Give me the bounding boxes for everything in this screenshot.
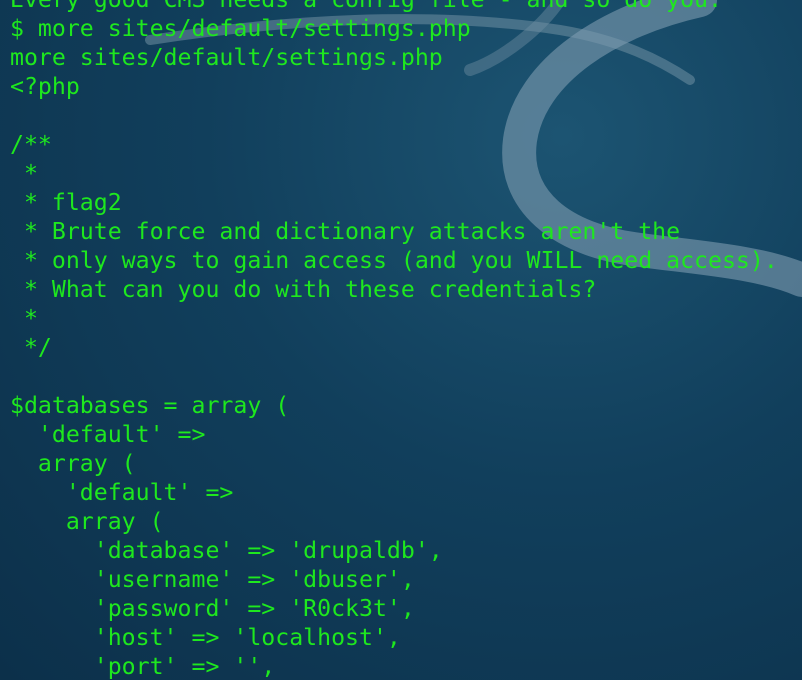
terminal-line: array ( bbox=[10, 450, 136, 477]
terminal-line: * Brute force and dictionary attacks are… bbox=[10, 218, 681, 245]
terminal-line: $databases = array ( bbox=[10, 392, 290, 419]
terminal-line: 'username' => 'dbuser', bbox=[10, 566, 415, 593]
terminal-line: more sites/default/settings.php bbox=[10, 44, 443, 71]
terminal-line: * bbox=[10, 305, 38, 332]
terminal-line: 'default' => bbox=[10, 421, 206, 448]
terminal-line: 'password' => 'R0ck3t', bbox=[10, 595, 415, 622]
terminal-line: * bbox=[10, 160, 38, 187]
terminal-line: 'database' => 'drupaldb', bbox=[10, 537, 443, 564]
terminal-window[interactable]: Every good CMS needs a config file - and… bbox=[0, 0, 802, 680]
terminal-line: * only ways to gain access (and you WILL… bbox=[10, 247, 778, 274]
terminal-line: array ( bbox=[10, 508, 164, 535]
terminal-line: 'default' => bbox=[10, 479, 234, 506]
terminal-line: $ more sites/default/settings.php bbox=[10, 15, 471, 42]
terminal-line: 'port' => '', bbox=[10, 653, 276, 680]
terminal-line: */ bbox=[10, 334, 52, 361]
terminal-line: * What can you do with these credentials… bbox=[10, 276, 597, 303]
terminal-line: Every good CMS needs a config file - and… bbox=[10, 0, 778, 14]
terminal-line: /** bbox=[10, 131, 52, 158]
terminal-line: * flag2 bbox=[10, 189, 122, 216]
terminal-line: <?php bbox=[10, 73, 80, 100]
terminal-line: 'host' => 'localhost', bbox=[10, 624, 401, 651]
terminal-output: Every good CMS needs a config file - and… bbox=[10, 0, 778, 680]
